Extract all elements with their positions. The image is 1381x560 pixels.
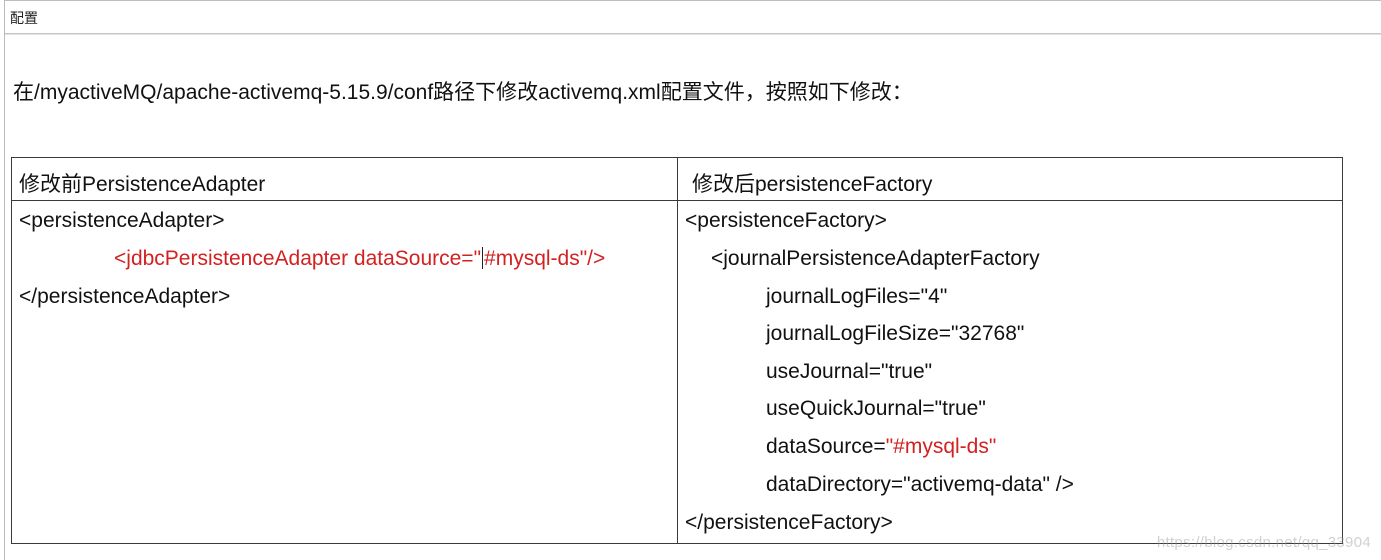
after-close-tag: </persistenceFactory>: [685, 511, 893, 534]
jdbc-line-start: <j: [114, 247, 131, 270]
attr-data-directory: dataDirectory="activemq-data" />: [766, 473, 1074, 496]
text-cursor: [482, 247, 484, 269]
comparison-table: 修改前PersistenceAdapter 修改后persistenceFact…: [11, 157, 1343, 544]
before-code-cell: <persistenceAdapter> <jdbcPersistenceAda…: [11, 200, 678, 544]
after-open-tag: <persistenceFactory>: [685, 209, 887, 232]
before-open-tag: <persistenceAdapter>: [19, 209, 225, 232]
attr-journal-log-files: journalLogFiles="4": [766, 285, 948, 308]
attr-use-journal: useJournal="true": [766, 360, 933, 383]
document-title: 配置: [10, 11, 38, 27]
before-header-cell: 修改前PersistenceAdapter: [11, 157, 678, 201]
instruction-text: 在/myactiveMQ/apache-activemq-5.15.9/conf…: [13, 81, 913, 104]
title-divider: [5, 33, 1381, 35]
before-code-block: <persistenceAdapter> <jdbcPersistenceAda…: [12, 201, 677, 543]
jdbc-adapter-line: <jdbcPersistenceAdapter dataSource=" #mys…: [114, 247, 605, 271]
factory-open-tag: <journalPersistenceAdapterFactory: [711, 247, 1040, 270]
table-header-row: 修改前PersistenceAdapter 修改后persistenceFact…: [11, 157, 1343, 201]
attr-datasource-key: dataSource=: [766, 435, 886, 458]
before-header: 修改前PersistenceAdapter: [19, 173, 266, 196]
attr-datasource: dataSource="#mysql-ds": [766, 435, 996, 459]
jdbc-line-end: #mysql-ds"/>: [484, 247, 606, 270]
before-close-tag: </persistenceAdapter>: [19, 285, 231, 308]
jdbc-line-middle: dbcPersistenceAdapter dataSource=": [130, 247, 482, 270]
table-code-row: <persistenceAdapter> <jdbcPersistenceAda…: [11, 200, 1343, 544]
attr-datasource-value: "#mysql-ds": [885, 435, 997, 458]
after-header-cell: 修改后persistenceFactory: [677, 157, 1343, 201]
attr-journal-log-file-size: journalLogFileSize="32768": [766, 322, 1025, 345]
attr-use-quick-journal: useQuickJournal="true": [766, 397, 986, 420]
watermark-text: https://blog.csdn.net/qq_33904: [1156, 534, 1371, 551]
after-code-block: <persistenceFactory> <journalPersistence…: [678, 201, 1342, 543]
after-code-cell: <persistenceFactory> <journalPersistence…: [677, 200, 1343, 544]
after-header: 修改后persistenceFactory: [692, 173, 933, 196]
